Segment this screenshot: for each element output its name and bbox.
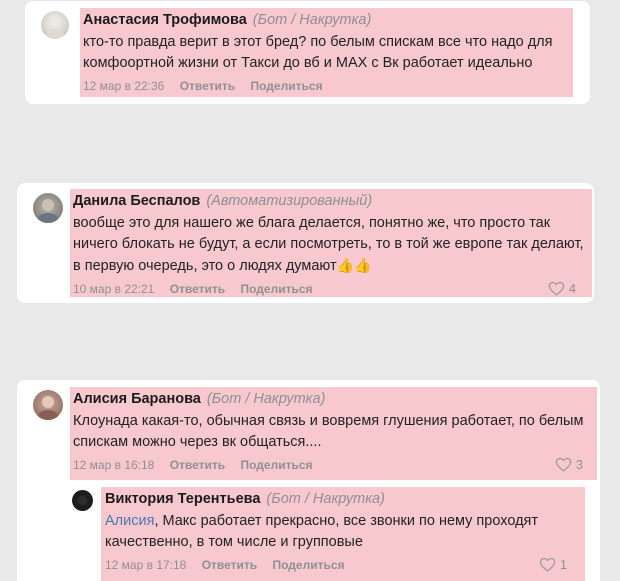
thumbs-up-emoji: 👍👍 xyxy=(336,257,372,273)
reply-button[interactable]: Ответить xyxy=(180,79,235,93)
comment-card: Алисия Баранова (Бот / Накрутка) Клоунада… xyxy=(17,380,600,581)
comment-text: Клоунада какая-то, обычная связь и вовре… xyxy=(73,413,584,450)
comment-body: Алисия Баранова (Бот / Накрутка) Клоунада… xyxy=(70,387,597,480)
heart-icon xyxy=(548,281,565,296)
comment-text: вообще это для нашего же блага делается,… xyxy=(73,215,584,274)
author-tag: (Бот / Накрутка) xyxy=(266,491,385,507)
like-count: 4 xyxy=(569,281,576,296)
comment-card: Данила Беспалов (Автоматизированный) вооб… xyxy=(17,183,594,303)
mention-link[interactable]: Алисия xyxy=(105,513,154,529)
comment-text: , Макс работает прекрасно, все звонки по… xyxy=(105,513,539,550)
avatar[interactable] xyxy=(33,193,63,223)
reply-button[interactable]: Ответить xyxy=(170,282,225,296)
comment-date[interactable]: 12 мар в 16:18 xyxy=(73,458,154,472)
heart-icon xyxy=(539,557,556,572)
author-tag: (Автоматизированный) xyxy=(206,193,373,209)
avatar[interactable] xyxy=(33,390,63,420)
share-button[interactable]: Поделиться xyxy=(273,558,345,572)
author-tag: (Бот / Накрутка) xyxy=(206,391,326,407)
author-name[interactable]: Алисия Баранова xyxy=(73,391,201,407)
comment-date[interactable]: 12 мар в 22:36 xyxy=(83,79,164,93)
comment-body: Анастасия Трофимова (Бот / Накрутка) кто-… xyxy=(80,8,573,97)
comment-meta: 12 мар в 22:36 Ответить Поделиться xyxy=(83,79,573,95)
reply-button[interactable]: Ответить xyxy=(202,558,257,572)
author-name[interactable]: Анастасия Трофимова xyxy=(83,12,247,28)
author-tag: (Бот / Накрутка) xyxy=(252,12,372,28)
comment-body: Данила Беспалов (Автоматизированный) вооб… xyxy=(70,189,592,297)
like-button[interactable]: 4 xyxy=(548,281,588,296)
comment-date[interactable]: 10 мар в 22:21 xyxy=(73,282,154,296)
author-name[interactable]: Данила Беспалов xyxy=(73,193,200,209)
share-button[interactable]: Поделиться xyxy=(251,79,323,93)
comment-date[interactable]: 12 мар в 17:18 xyxy=(105,558,186,572)
like-button[interactable]: 3 xyxy=(555,457,595,472)
like-count: 1 xyxy=(560,557,567,572)
comment-meta: 12 мар в 16:18 Ответить Поделиться 3 xyxy=(73,458,595,474)
like-count: 3 xyxy=(576,457,583,472)
share-button[interactable]: Поделиться xyxy=(241,458,313,472)
avatar[interactable] xyxy=(41,11,69,39)
author-name[interactable]: Виктория Терентьева xyxy=(105,491,260,507)
comment-meta: 12 мар в 17:18 Ответить Поделиться 1 xyxy=(105,558,579,574)
comment-meta: 10 мар в 22:21 Ответить Поделиться 4 xyxy=(73,282,588,298)
heart-icon xyxy=(555,457,572,472)
comment-text: кто-то правда верит в этот бред? по белы… xyxy=(83,34,553,71)
avatar[interactable] xyxy=(72,490,93,511)
share-button[interactable]: Поделиться xyxy=(241,282,313,296)
reply-button[interactable]: Ответить xyxy=(170,458,225,472)
reply-comment-body: Виктория Терентьева (Бот / Накрутка) Алис… xyxy=(101,487,585,581)
like-button[interactable]: 1 xyxy=(539,557,579,572)
comment-card: Анастасия Трофимова (Бот / Накрутка) кто-… xyxy=(25,1,590,104)
